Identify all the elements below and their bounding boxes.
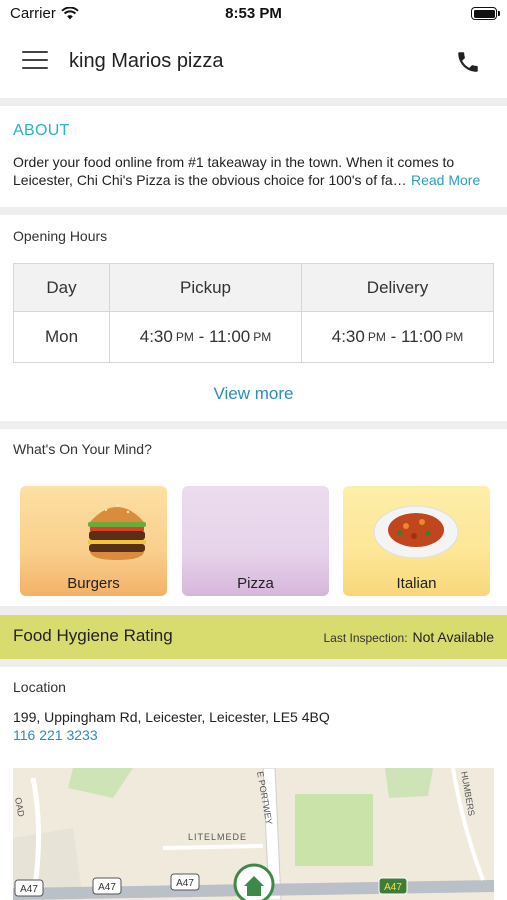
food-hygiene-bar: Food Hygiene Rating Last Inspection: Not … bbox=[0, 615, 507, 659]
about-line-2: Leicester, Chi Chi's Pizza is the obviou… bbox=[13, 172, 409, 188]
section-divider bbox=[0, 659, 507, 667]
phone-icon[interactable] bbox=[455, 49, 481, 75]
last-inspection: Last Inspection: Not Available bbox=[323, 629, 494, 645]
opening-hours-table: Day Pickup Delivery Mon 4:30 PM - 11:00 PM… bbox=[13, 263, 494, 363]
hours-table-header: Day Pickup Delivery bbox=[14, 264, 493, 312]
row-delivery-time: 4:30 PM - 11:00 PM bbox=[331, 327, 464, 346]
svg-text:A47: A47 bbox=[98, 882, 116, 893]
map-road-a47-label-4: A47 bbox=[378, 877, 408, 895]
map-road-a47-label-3: A47 bbox=[170, 873, 200, 891]
map-street-litelmede: LITELMEDE bbox=[188, 832, 247, 842]
section-divider bbox=[0, 207, 507, 215]
category-label-italian: Italian bbox=[396, 575, 437, 592]
hamburger-menu-icon[interactable] bbox=[22, 51, 48, 73]
svg-text:A47: A47 bbox=[176, 878, 194, 889]
category-card-italian[interactable]: Italian bbox=[343, 486, 490, 596]
last-inspection-label: Last Inspection: bbox=[323, 631, 408, 645]
section-divider bbox=[0, 421, 507, 429]
location-address: 199, Uppingham Rd, Leicester, Leicester,… bbox=[13, 709, 330, 725]
location-title: Location bbox=[13, 679, 66, 695]
svg-text:A47: A47 bbox=[20, 884, 38, 895]
header-pickup: Pickup bbox=[110, 264, 302, 311]
status-bar: Carrier 8:53 PM bbox=[0, 0, 507, 28]
opening-hours-title: Opening Hours bbox=[13, 228, 108, 244]
status-time: 8:53 PM bbox=[225, 5, 282, 22]
location-phone-link[interactable]: 116 221 3233 bbox=[13, 727, 98, 743]
row-pickup-time: 4:30 PM - 11:00 PM bbox=[110, 312, 302, 362]
about-line-1: Order your food online from #1 takeaway … bbox=[13, 154, 455, 170]
category-label-burgers: Burgers bbox=[67, 575, 120, 592]
burger-image bbox=[88, 503, 146, 560]
svg-text:A47: A47 bbox=[384, 882, 402, 893]
category-card-pizza[interactable]: Pizza bbox=[182, 486, 329, 596]
battery-icon bbox=[471, 7, 500, 20]
restaurant-title: king Marios pizza bbox=[69, 50, 224, 72]
row-day: Mon bbox=[14, 312, 110, 362]
section-divider bbox=[0, 606, 507, 615]
view-more-link[interactable]: View more bbox=[0, 384, 507, 404]
category-label-pizza: Pizza bbox=[237, 575, 274, 592]
about-description: Order your food online from #1 takeaway … bbox=[13, 153, 497, 189]
map-restaurant-marker-icon[interactable] bbox=[233, 863, 275, 900]
read-more-link[interactable]: Read More bbox=[411, 171, 480, 189]
category-card-burgers[interactable]: Burgers bbox=[20, 486, 167, 596]
pasta-dish-image bbox=[373, 505, 459, 559]
map-canvas: A47 A47 A47 A47 E PORTWEY LITELMEDE HUMB… bbox=[13, 768, 494, 900]
whats-on-your-mind-title: What's On Your Mind? bbox=[13, 441, 152, 457]
map-road-a47-label-1: A47 bbox=[14, 879, 44, 897]
last-inspection-value: Not Available bbox=[412, 629, 494, 645]
header-delivery: Delivery bbox=[366, 277, 429, 297]
header-day: Day bbox=[14, 264, 110, 311]
hours-table-row: Mon 4:30 PM - 11:00 PM 4:30 PM - 11:00 PM bbox=[14, 312, 493, 362]
section-divider bbox=[0, 98, 507, 106]
map-road-a47-label-2: A47 bbox=[92, 877, 122, 895]
location-map[interactable]: A47 A47 A47 A47 E PORTWEY LITELMEDE HUMB… bbox=[13, 768, 494, 900]
about-heading: ABOUT bbox=[13, 122, 70, 139]
food-hygiene-title: Food Hygiene Rating bbox=[13, 626, 173, 645]
nav-bar: king Marios pizza bbox=[0, 28, 507, 98]
